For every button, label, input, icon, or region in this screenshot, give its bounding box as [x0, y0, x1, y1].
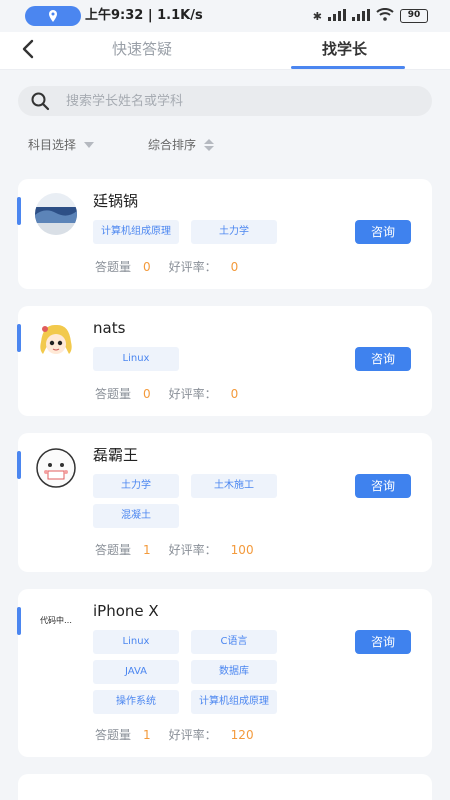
caret-down-icon — [84, 142, 94, 148]
signal-icon — [328, 9, 346, 24]
avatar: 代码中… — [35, 599, 77, 641]
mentor-name: 廷锅锅 — [93, 191, 138, 211]
rating-value: 0 — [231, 259, 239, 275]
mentor-card[interactable]: 磊霸王 土力学 土木施工 混凝土 咨询 答题量 1 好评率： 100 — [18, 433, 432, 572]
mentor-card[interactable]: 廷锅锅 计算机组成原理 土力学 咨询 答题量 0 好评率： 0 — [18, 179, 432, 289]
consult-button[interactable]: 咨询 — [355, 474, 411, 498]
consult-button[interactable]: 咨询 — [355, 220, 411, 244]
card-accent — [17, 607, 21, 635]
mentor-stats: 答题量 1 好评率： 120 — [95, 727, 254, 743]
location-icon — [25, 6, 81, 26]
card-accent — [17, 451, 21, 479]
chevron-left-icon — [16, 36, 42, 62]
mentor-name: 磊霸王 — [93, 445, 138, 465]
subject-tag: 土木施工 — [191, 474, 277, 498]
mentor-name: nats — [93, 318, 125, 338]
subject-tag: 数据库 — [191, 660, 277, 684]
subject-filter[interactable]: 科目选择 — [28, 136, 94, 154]
subject-tag: Linux — [93, 347, 179, 371]
subject-tag: Linux — [93, 630, 179, 654]
subject-tag: 土力学 — [93, 474, 179, 498]
answers-count: 0 — [143, 259, 151, 275]
answers-label: 答题量 — [95, 386, 131, 402]
rating-label: 好评率： — [169, 727, 217, 743]
rating-label: 好评率： — [169, 386, 217, 402]
subject-tag: 土力学 — [191, 220, 277, 244]
wifi-icon — [376, 8, 394, 24]
avatar — [35, 447, 77, 489]
search-input[interactable] — [66, 86, 406, 116]
answers-label: 答题量 — [95, 727, 131, 743]
mentor-card[interactable]: nats Linux 咨询 答题量 0 好评率： 0 — [18, 306, 432, 416]
rating-label: 好评率： — [169, 542, 217, 558]
answers-count: 1 — [143, 727, 151, 743]
subject-tag: 操作系统 — [93, 690, 179, 714]
status-bar: 上午9:32 | 1.1K/s ✱ 90 — [0, 0, 450, 32]
consult-button[interactable]: 咨询 — [355, 347, 411, 371]
top-nav: 快速答疑 找学长 — [0, 32, 450, 70]
consult-button[interactable]: 咨询 — [355, 630, 411, 654]
back-button[interactable] — [16, 36, 42, 62]
subject-tag: 计算机组成原理 — [93, 220, 179, 244]
bluetooth-icon: ✱ — [313, 10, 322, 23]
search-bar — [18, 86, 432, 116]
avatar — [35, 193, 77, 235]
avatar — [35, 320, 77, 362]
sort-filter-label: 综合排序 — [148, 136, 196, 154]
answers-count: 1 — [143, 542, 151, 558]
search-icon — [30, 91, 50, 111]
signal-icon-2 — [352, 9, 370, 24]
rating-value: 100 — [231, 542, 254, 558]
subject-tag: 计算机组成原理 — [191, 690, 277, 714]
card-accent — [17, 324, 21, 352]
mentor-name: iPhone X — [93, 601, 159, 621]
avatar-text: 代码中… — [40, 615, 72, 625]
mentor-stats: 答题量 1 好评率： 100 — [95, 542, 254, 558]
mentor-card-partial[interactable] — [18, 774, 432, 800]
tab-find-senior[interactable]: 找学长 — [322, 39, 367, 59]
rating-label: 好评率： — [169, 259, 217, 275]
subject-tag: JAVA — [93, 660, 179, 684]
sort-icon — [204, 139, 214, 151]
subject-tag: 混凝土 — [93, 504, 179, 528]
subject-tag: C语言 — [191, 630, 277, 654]
answers-label: 答题量 — [95, 259, 131, 275]
rating-value: 120 — [231, 727, 254, 743]
answers-label: 答题量 — [95, 542, 131, 558]
mentor-stats: 答题量 0 好评率： 0 — [95, 386, 238, 402]
mentor-stats: 答题量 0 好评率： 0 — [95, 259, 238, 275]
battery-icon: 90 — [400, 9, 428, 23]
tab-quick-answer[interactable]: 快速答疑 — [112, 39, 172, 59]
answers-count: 0 — [143, 386, 151, 402]
active-tab-indicator — [291, 66, 405, 69]
mentor-card[interactable]: 代码中… iPhone X Linux C语言 JAVA 数据库 操作系统 计算… — [18, 589, 432, 757]
status-time: 上午9:32 | 1.1K/s — [85, 6, 203, 26]
subject-filter-label: 科目选择 — [28, 136, 76, 154]
rating-value: 0 — [231, 386, 239, 402]
sort-filter[interactable]: 综合排序 — [148, 136, 214, 154]
card-accent — [17, 197, 21, 225]
